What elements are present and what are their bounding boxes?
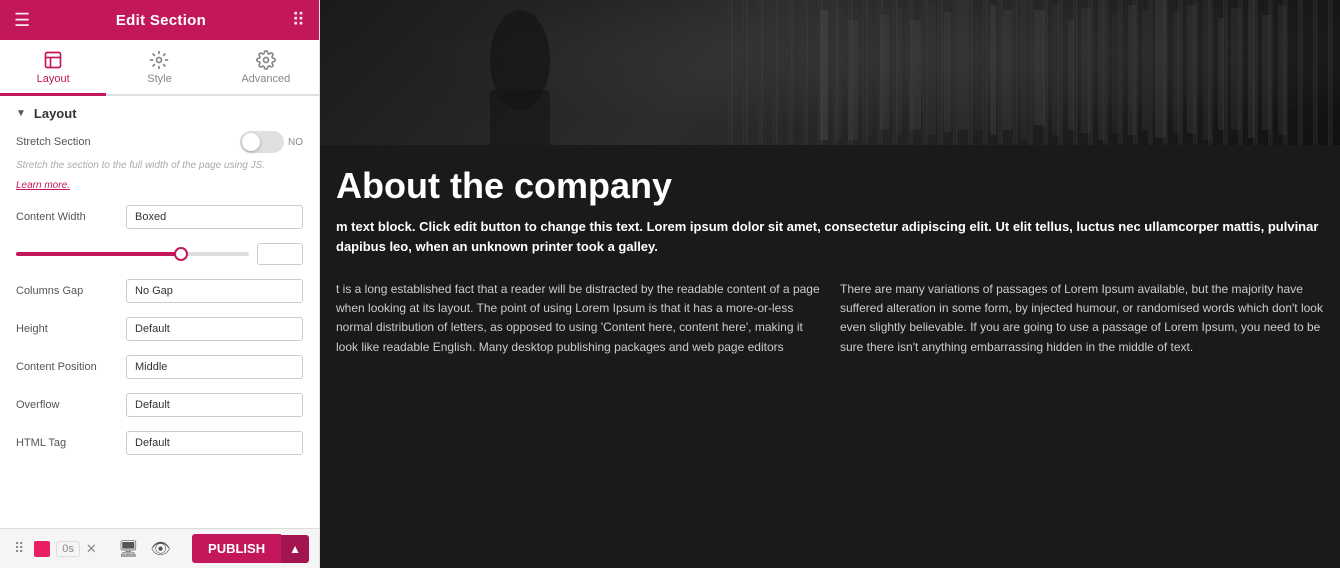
eye-icon[interactable]: 👁	[150, 539, 170, 559]
overflow-row: Overflow Default Hidden	[16, 393, 303, 417]
tab-advanced[interactable]: Advanced	[213, 40, 319, 96]
bottom-left-icons: ⠿ 0s ✕	[10, 538, 97, 559]
content-width-select[interactable]: Boxed Full Width	[126, 205, 303, 229]
timer-display: 0s	[56, 541, 80, 557]
stretch-section-row: Stretch Section NO	[16, 131, 303, 153]
bottom-center-icons: 🖥 👁	[118, 539, 171, 559]
panel-title: Edit Section	[116, 12, 206, 29]
col1-text: t is a long established fact that a read…	[336, 280, 820, 556]
tab-layout-label: Layout	[37, 73, 70, 85]
panel-tabs: Layout Style Advanced	[0, 40, 319, 96]
tab-style-label: Style	[147, 73, 171, 85]
color-swatch	[34, 541, 50, 557]
toggle-knob	[242, 133, 260, 151]
stretch-hint: Stretch the section to the full width of…	[16, 159, 303, 173]
panel-header: ☰ Edit Section ⠿	[0, 0, 319, 40]
grid-bottom-icon[interactable]: ⠿	[10, 538, 28, 559]
content-position-select[interactable]: Middle Top Bottom	[126, 355, 303, 379]
columns-gap-row: Columns Gap No Gap Narrow Default Extend…	[16, 279, 303, 303]
col2-text: There are many variations of passages of…	[840, 280, 1324, 556]
advanced-tab-icon	[256, 50, 276, 70]
content-position-control: Middle Top Bottom	[126, 355, 303, 379]
about-section: About the company m text block. Click ed…	[320, 145, 1340, 268]
close-small-icon[interactable]: ✕	[86, 541, 97, 557]
about-subtitle: m text block. Click edit button to chang…	[336, 217, 1324, 256]
publish-group: PUBLISH ▲	[192, 534, 309, 563]
slider-thumb[interactable]	[174, 247, 188, 261]
learn-more-link[interactable]: Learn more.	[16, 180, 70, 191]
style-tab-icon	[149, 50, 169, 70]
columns-gap-control: No Gap Narrow Default Extended Wide	[126, 279, 303, 303]
section-collapse-arrow: ▼	[16, 108, 26, 119]
hero-image	[320, 0, 1340, 145]
slider-value-input[interactable]	[257, 243, 303, 265]
height-select[interactable]: Default Fit To Screen Min Height	[126, 317, 303, 341]
overflow-control: Default Hidden	[126, 393, 303, 417]
content-width-control: Boxed Full Width	[126, 205, 303, 229]
layout-form: Stretch Section NO Stretch the section t…	[0, 131, 319, 479]
html-tag-select[interactable]: Default section article div header foote…	[126, 431, 303, 455]
slider-track	[16, 252, 249, 256]
html-tag-label: HTML Tag	[16, 437, 126, 449]
stretch-toggle[interactable]	[240, 131, 284, 153]
layout-tab-icon	[43, 50, 63, 70]
stretch-section-label: Stretch Section	[16, 136, 91, 148]
hamburger-icon[interactable]: ☰	[14, 10, 30, 31]
slider-fill	[16, 252, 179, 256]
columns-gap-select[interactable]: No Gap Narrow Default Extended Wide	[126, 279, 303, 303]
left-panel: ☰ Edit Section ⠿ Layout Style Adva	[0, 0, 320, 568]
tab-style[interactable]: Style	[106, 40, 212, 96]
hero-svg	[320, 0, 1340, 145]
desktop-icon[interactable]: 🖥	[118, 539, 138, 559]
overflow-label: Overflow	[16, 399, 126, 411]
publish-button[interactable]: PUBLISH	[192, 534, 281, 563]
tab-layout[interactable]: Layout	[0, 40, 106, 96]
content-position-row: Content Position Middle Top Bottom	[16, 355, 303, 379]
height-control: Default Fit To Screen Min Height	[126, 317, 303, 341]
content-position-label: Content Position	[16, 361, 126, 373]
tab-advanced-label: Advanced	[241, 73, 290, 85]
about-title: About the company	[336, 165, 1324, 207]
height-label: Height	[16, 323, 126, 335]
overflow-select[interactable]: Default Hidden	[126, 393, 303, 417]
publish-dropdown-button[interactable]: ▲	[281, 535, 309, 563]
content-width-row: Content Width Boxed Full Width	[16, 205, 303, 229]
columns-gap-label: Columns Gap	[16, 285, 126, 297]
stretch-toggle-wrap: NO	[240, 131, 303, 153]
toggle-no-label: NO	[288, 137, 303, 148]
content-area: About the company m text block. Click ed…	[320, 0, 1340, 568]
html-tag-row: HTML Tag Default section article div hea…	[16, 431, 303, 455]
html-tag-control: Default section article div header foote…	[126, 431, 303, 455]
grid-icon[interactable]: ⠿	[292, 10, 305, 31]
panel-body: ▼ Layout Stretch Section NO Stretch the …	[0, 96, 319, 528]
layout-section-heading[interactable]: ▼ Layout	[0, 96, 319, 131]
bottom-bar: ⠿ 0s ✕ 🖥 👁 PUBLISH ▲	[0, 528, 319, 568]
right-panel: About the company m text block. Click ed…	[320, 0, 1340, 568]
two-col-section: t is a long established fact that a read…	[320, 268, 1340, 568]
section-heading-label: Layout	[34, 106, 77, 121]
height-row: Height Default Fit To Screen Min Height	[16, 317, 303, 341]
slider-row	[16, 243, 303, 265]
content-width-label: Content Width	[16, 211, 126, 223]
